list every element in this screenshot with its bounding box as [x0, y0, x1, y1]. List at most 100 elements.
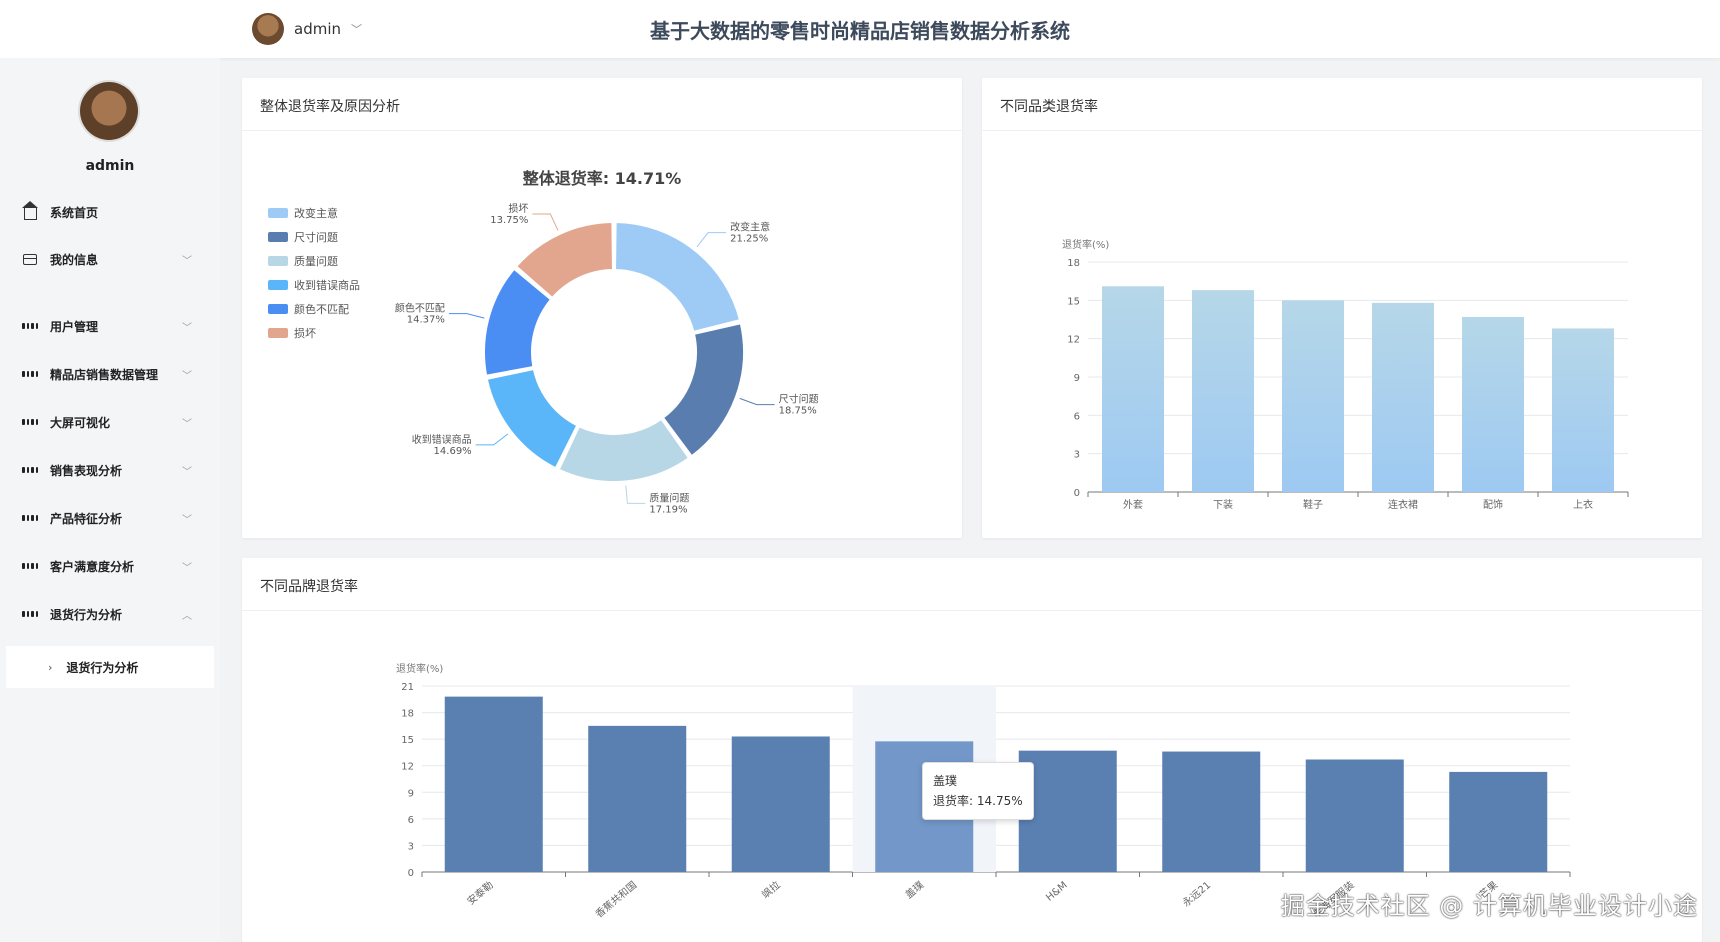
sidebar-item-label: 大屏可视化: [50, 415, 111, 430]
chevron-down-icon: ﹀: [182, 514, 192, 526]
x-tick-label: 安泰勒: [464, 878, 495, 907]
chart-tooltip: 盖璞 退货率: 14.75%: [922, 762, 1034, 820]
bar: [1449, 771, 1548, 872]
chevron-down-icon: ﹀: [182, 370, 192, 382]
pie-slice: [557, 417, 691, 483]
legend-label: 质量问题: [294, 255, 338, 268]
label-line: [625, 485, 646, 504]
tooltip-value: 退货率: 14.75%: [933, 794, 1023, 808]
brand-return-rate-panel: 不同品牌退货率 退货率(%) 0 3 6 9 12 15 18 21 安泰勒 香蕉共和国 飒拉 盖璞 H&…: [242, 558, 1702, 942]
sidebar-item-my-info[interactable]: 我的信息 ﹀: [22, 247, 198, 271]
y-tick-label: 12: [401, 762, 414, 773]
panel-title: 整体退货率及原因分析: [260, 99, 400, 115]
label-line: [739, 397, 775, 406]
y-tick-label: 18: [1067, 258, 1080, 269]
panel-title: 不同品类退货率: [1000, 99, 1098, 115]
watermark: 掘金技术社区 @ 计算机毕业设计小途: [1280, 892, 1698, 920]
bar: [444, 696, 543, 872]
slice-value-label: 13.75%: [490, 215, 528, 226]
label-line: [475, 433, 509, 446]
y-tick-label: 6: [408, 815, 414, 826]
y-tick-label: 15: [1067, 296, 1080, 307]
y-tick-label: 9: [1074, 373, 1080, 384]
sidebar-username: admin: [85, 158, 135, 174]
grid-icon: [22, 510, 38, 526]
return-reasons-donut-chart: 整体退货率: 14.71% 改变主意尺寸问题质量问题收到错误商品颜色不匹配损坏 …: [268, 169, 819, 515]
x-tick-label: 鞋子: [1303, 498, 1323, 511]
legend-label: 改变主意: [294, 206, 338, 220]
grid-icon: [22, 606, 38, 622]
sidebar-item-label: 客户满意度分析: [50, 559, 135, 574]
chevron-down-icon: ﹀: [182, 255, 192, 267]
sidebar-item-product-features[interactable]: 产品特征分析 ﹀: [22, 506, 198, 530]
divider: [242, 130, 962, 131]
return-reasons-panel: 整体退货率及原因分析 整体退货率: 14.71% 改变主意 尺寸问题 质量问题 收到错…: [242, 78, 962, 538]
y-tick-label: 9: [408, 788, 414, 799]
legend-swatch: [268, 328, 288, 338]
chart-title: 整体退货率: 14.71%: [522, 169, 682, 188]
chevron-down-icon: ﹀: [182, 466, 192, 478]
x-tick-label: 外套: [1123, 498, 1143, 511]
chevron-up-icon: ︿: [182, 610, 192, 622]
x-tick-label: H&M: [1044, 880, 1069, 904]
sidebar: admin 系统首页 我的信息 ﹀ 用户管理 ﹀ 精品店销售数据管理 ﹀ 大屏可…: [0, 58, 220, 942]
y-tick-label: 3: [408, 841, 414, 852]
sidebar-item-sales-performance[interactable]: 销售表现分析 ﹀: [22, 458, 198, 482]
sidebar-item-user-management[interactable]: 用户管理 ﹀: [22, 314, 198, 338]
y-tick-label: 21: [401, 682, 414, 693]
grid-icon: [22, 366, 38, 382]
panel-title: 不同品牌退货率: [260, 579, 358, 595]
tooltip-title: 盖璞: [933, 774, 958, 788]
y-tick-label: 3: [1074, 450, 1080, 461]
y-axis-label: 退货率(%): [396, 662, 443, 675]
sidebar-item-label: 系统首页: [50, 205, 99, 220]
top-header: admin ﹀ 基于大数据的零售时尚精品店销售数据分析系统: [0, 0, 1720, 58]
card-icon: [22, 251, 38, 267]
y-tick-label: 15: [401, 735, 414, 746]
slice-label: 改变主意: [730, 221, 770, 234]
legend-label: 颜色不匹配: [294, 302, 349, 316]
legend-swatch: [268, 232, 288, 242]
bar: [1552, 328, 1614, 492]
category-bar-chart: 退货率(%) 0 3 6 9 12 15 18 外套 下装 鞋子 连衣裙 配饰 上衣: [1062, 238, 1629, 511]
slice-value-label: 14.37%: [407, 315, 445, 326]
x-tick-label: 盖璞: [903, 878, 927, 901]
chevron-down-icon: ﹀: [182, 418, 192, 430]
x-tick-label: 飒拉: [759, 878, 783, 901]
sidebar-item-home[interactable]: 系统首页: [21, 200, 198, 224]
x-tick-label: 上衣: [1573, 498, 1593, 511]
bar: [1305, 759, 1404, 872]
y-tick-label: 18: [401, 709, 414, 720]
bar: [1162, 751, 1261, 872]
pie-slice: [614, 221, 742, 333]
home-icon: [21, 201, 38, 220]
label-line: [448, 313, 485, 319]
sidebar-item-big-screen[interactable]: 大屏可视化 ﹀: [22, 410, 198, 434]
page-title: 基于大数据的零售时尚精品店销售数据分析系统: [650, 19, 1070, 43]
y-tick-label: 0: [408, 868, 414, 879]
slice-label: 质量问题: [649, 491, 689, 504]
submenu-item-return-behavior[interactable]: › 退货行为分析: [6, 646, 214, 688]
x-tick-label: 永远21: [1180, 878, 1213, 909]
sidebar-item-sales-data-management[interactable]: 精品店销售数据管理 ﹀: [22, 362, 198, 386]
legend-label: 收到错误商品: [294, 278, 360, 292]
x-tick-label: 香蕉共和国: [593, 879, 639, 920]
divider: [242, 610, 1702, 611]
bar: [1372, 302, 1434, 492]
legend-label: 尺寸问题: [294, 230, 338, 244]
slice-label: 尺寸问题: [779, 393, 819, 406]
sidebar-item-label: 精品店销售数据管理: [50, 367, 159, 382]
label-line: [532, 213, 559, 231]
divider: [982, 130, 1702, 131]
chevron-right-icon: ›: [48, 660, 53, 674]
pie-slice: [662, 322, 745, 458]
chevron-down-icon: ﹀: [182, 562, 192, 574]
sidebar-item-label: 我的信息: [50, 252, 99, 267]
bar: [1192, 290, 1254, 492]
slice-value-label: 21.25%: [730, 234, 768, 245]
sidebar-item-return-behavior[interactable]: 退货行为分析 ︿: [22, 602, 198, 626]
bar: [1462, 316, 1524, 492]
avatar: [80, 82, 138, 140]
sidebar-item-customer-satisfaction[interactable]: 客户满意度分析 ﹀: [22, 554, 198, 578]
bar: [1102, 286, 1164, 492]
